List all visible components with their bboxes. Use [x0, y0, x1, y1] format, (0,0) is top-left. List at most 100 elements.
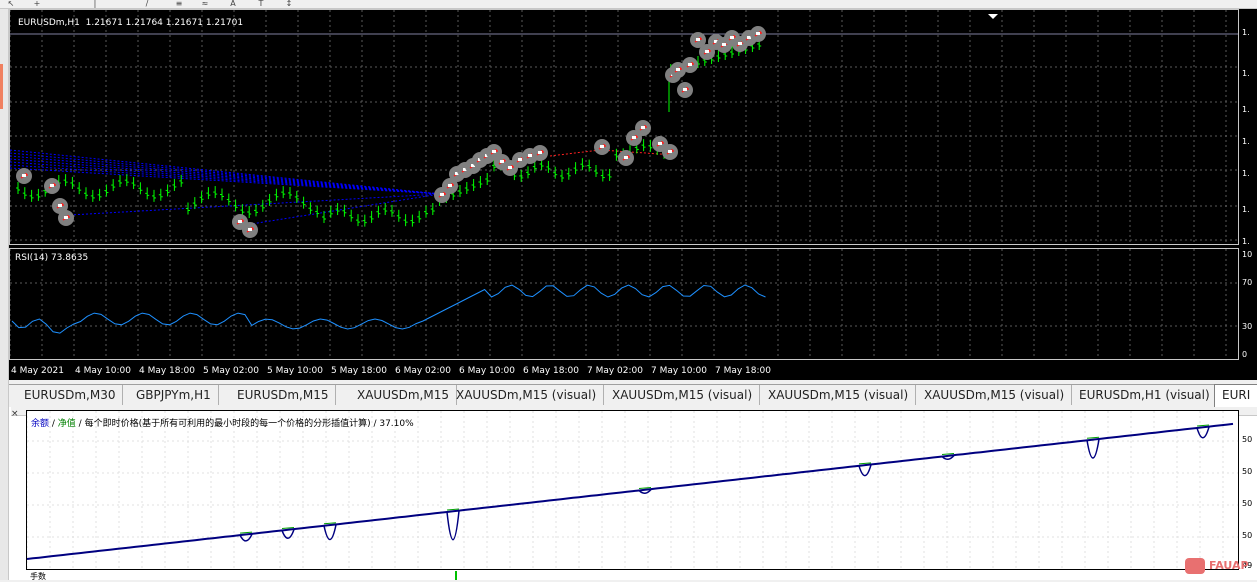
rsi-scale-label: 30: [1242, 322, 1253, 331]
balance-line: [27, 422, 1234, 560]
tab-eurusdm-active[interactable]: EURI: [1214, 384, 1257, 407]
rsi-info: RSI(14) 73.8635: [15, 253, 89, 263]
trade-marker-body: [58, 204, 62, 207]
graph-description: / 每个即时价格(基于所有可利用的最小时段的每一个价格的分形插值计算) / 37…: [78, 419, 414, 429]
strategy-tester-graph-panel: 余额 / 净值 / 每个即时价格(基于所有可利用的最小时段的每一个价格的分形插值…: [9, 407, 1257, 581]
tab-xauusdm-m15[interactable]: XAUUSDm,M15: [350, 385, 457, 405]
trendline-icon[interactable]: /: [140, 0, 154, 8]
time-axis-label: 6 May 18:00: [523, 366, 579, 376]
order-line: [10, 164, 441, 195]
left-side-strip: [0, 9, 9, 580]
balance-legend-label: 余额: [31, 419, 50, 429]
tab-xauusdm-m15-visual[interactable]: XAUUSDm,M15 (visual): [917, 385, 1073, 405]
rsi-scale-label: 70: [1242, 278, 1253, 287]
equity-drawdown: [1086, 439, 1100, 459]
rsi-plot-canvas[interactable]: [10, 249, 1238, 359]
chart-symbol-info: EURUSDm,H1 1.21671 1.21764 1.21671 1.217…: [18, 18, 244, 28]
arrows-icon[interactable]: ↕: [282, 0, 296, 8]
time-axis-label: 7 May 02:00: [587, 366, 643, 376]
price-scale-label: 1.: [1242, 137, 1250, 146]
trade-marker-body: [238, 220, 242, 223]
balance-equity-graph[interactable]: [26, 410, 1239, 570]
fibo-icon[interactable]: ≡: [172, 0, 186, 8]
trade-marker-body: [22, 174, 26, 177]
trade-marker-body: [696, 38, 700, 41]
trade-marker-body: [518, 158, 522, 161]
rsi-indicator-plot[interactable]: RSI(14) 73.8635: [9, 248, 1239, 360]
trade-marker-body: [688, 63, 692, 66]
equity-drawdown: [446, 510, 460, 541]
tab-xauusdm-m15-visual[interactable]: XAUUSDm,M15 (visual): [761, 385, 917, 405]
trade-marker-body: [440, 193, 444, 196]
rsi-scale-label: 10: [1242, 250, 1253, 259]
tab-gbpjpym-h1[interactable]: GBPJPYm,H1: [129, 385, 219, 405]
trade-marker-body: [50, 184, 54, 187]
trade-marker-body: [756, 32, 760, 35]
watermark-text: FAUAP: [1209, 559, 1249, 572]
price-scale-label: 1.: [1242, 205, 1250, 214]
main-price-plot[interactable]: EURUSDm,H1 1.21671 1.21764 1.21671 1.217…: [9, 9, 1239, 245]
tab-eurusdm-h1-visual[interactable]: EURUSDm,H1 (visual): [1072, 385, 1218, 405]
balance-scale-label: 50: [1242, 499, 1253, 508]
trade-marker-body: [668, 150, 672, 153]
time-axis-label: 4 May 2021: [11, 366, 64, 376]
tab-eurusdm-m30[interactable]: EURUSDm,M30: [17, 385, 124, 405]
trade-marker-body: [641, 126, 645, 129]
price-scale-label: 1.: [1242, 237, 1250, 246]
time-axis-label: 4 May 18:00: [139, 366, 195, 376]
time-axis-label: 6 May 02:00: [395, 366, 451, 376]
price-scale-label: 1.: [1242, 69, 1250, 78]
trade-marker-body: [624, 156, 628, 159]
time-axis-label: 5 May 18:00: [331, 366, 387, 376]
price-scale-label: 1.: [1242, 105, 1250, 114]
tab-xauusdm-m15-visual[interactable]: XAUUSDm,M15 (visual): [449, 385, 605, 405]
trade-marker-body: [500, 160, 504, 163]
watermark-logo-icon: [1185, 558, 1205, 574]
channel-icon[interactable]: ≈: [198, 0, 212, 8]
left-strip-marker: [0, 64, 3, 109]
watermark: FAUAP: [1185, 556, 1257, 578]
trade-marker-body: [676, 68, 680, 71]
balance-scale-label: 50: [1242, 531, 1253, 540]
time-axis-label: 7 May 10:00: [651, 366, 707, 376]
time-axis-label: 6 May 10:00: [459, 366, 515, 376]
trade-marker-body: [705, 50, 709, 53]
tab-eurusdm-m15[interactable]: EURUSDm,M15: [230, 385, 337, 405]
trade-marker-body: [658, 142, 662, 145]
vertical-line-icon[interactable]: |: [88, 0, 102, 8]
price-plot-canvas[interactable]: [10, 10, 1238, 244]
trade-marker-body: [508, 166, 512, 169]
time-axis-label: 5 May 10:00: [267, 366, 323, 376]
time-axis-label: 5 May 02:00: [203, 366, 259, 376]
trade-marker-body: [492, 150, 496, 153]
price-scale-label: 1.: [1242, 169, 1250, 178]
text-icon[interactable]: A: [226, 0, 240, 8]
price-scale-label: 1.: [1242, 28, 1250, 37]
time-axis-label: 4 May 10:00: [75, 366, 131, 376]
balance-graph-canvas: [27, 411, 1238, 569]
balance-scale-label: 50: [1242, 435, 1253, 444]
trade-marker-body: [600, 145, 604, 148]
trade-marker-body: [248, 228, 252, 231]
tab-xauusdm-m15-visual[interactable]: XAUUSDm,M15 (visual): [605, 385, 761, 405]
lots-bar: [455, 571, 457, 580]
time-axis-label: 7 May 18:00: [715, 366, 771, 376]
chart-tab-bar: EURUSDm,M30 GBPJPYm,H1 EURUSDm,M15 XAUUS…: [9, 384, 1257, 407]
graph-legend: 余额 / 净值 / 每个即时价格(基于所有可利用的最小时段的每一个价格的分形插值…: [31, 419, 414, 429]
trade-marker-body: [64, 216, 68, 219]
trade-marker-body: [538, 151, 542, 154]
balance-scale-label: 50: [1242, 467, 1253, 476]
crosshair-icon[interactable]: +: [30, 0, 44, 8]
equity-line: [1086, 436, 1100, 439]
trade-marker-body: [528, 154, 532, 157]
price-chart-window[interactable]: EURUSDm,H1 1.21671 1.21764 1.21671 1.217…: [9, 9, 1257, 380]
trade-line: [549, 149, 601, 157]
order-line: [10, 152, 441, 195]
shift-marker-icon: [988, 14, 998, 19]
close-icon[interactable]: ×: [11, 409, 19, 419]
equity-legend-label: 净值: [57, 419, 76, 429]
trade-marker-body: [730, 36, 734, 39]
label-icon[interactable]: T: [254, 0, 268, 8]
cursor-icon[interactable]: ↖: [4, 0, 18, 8]
trade-marker-body: [738, 42, 742, 45]
